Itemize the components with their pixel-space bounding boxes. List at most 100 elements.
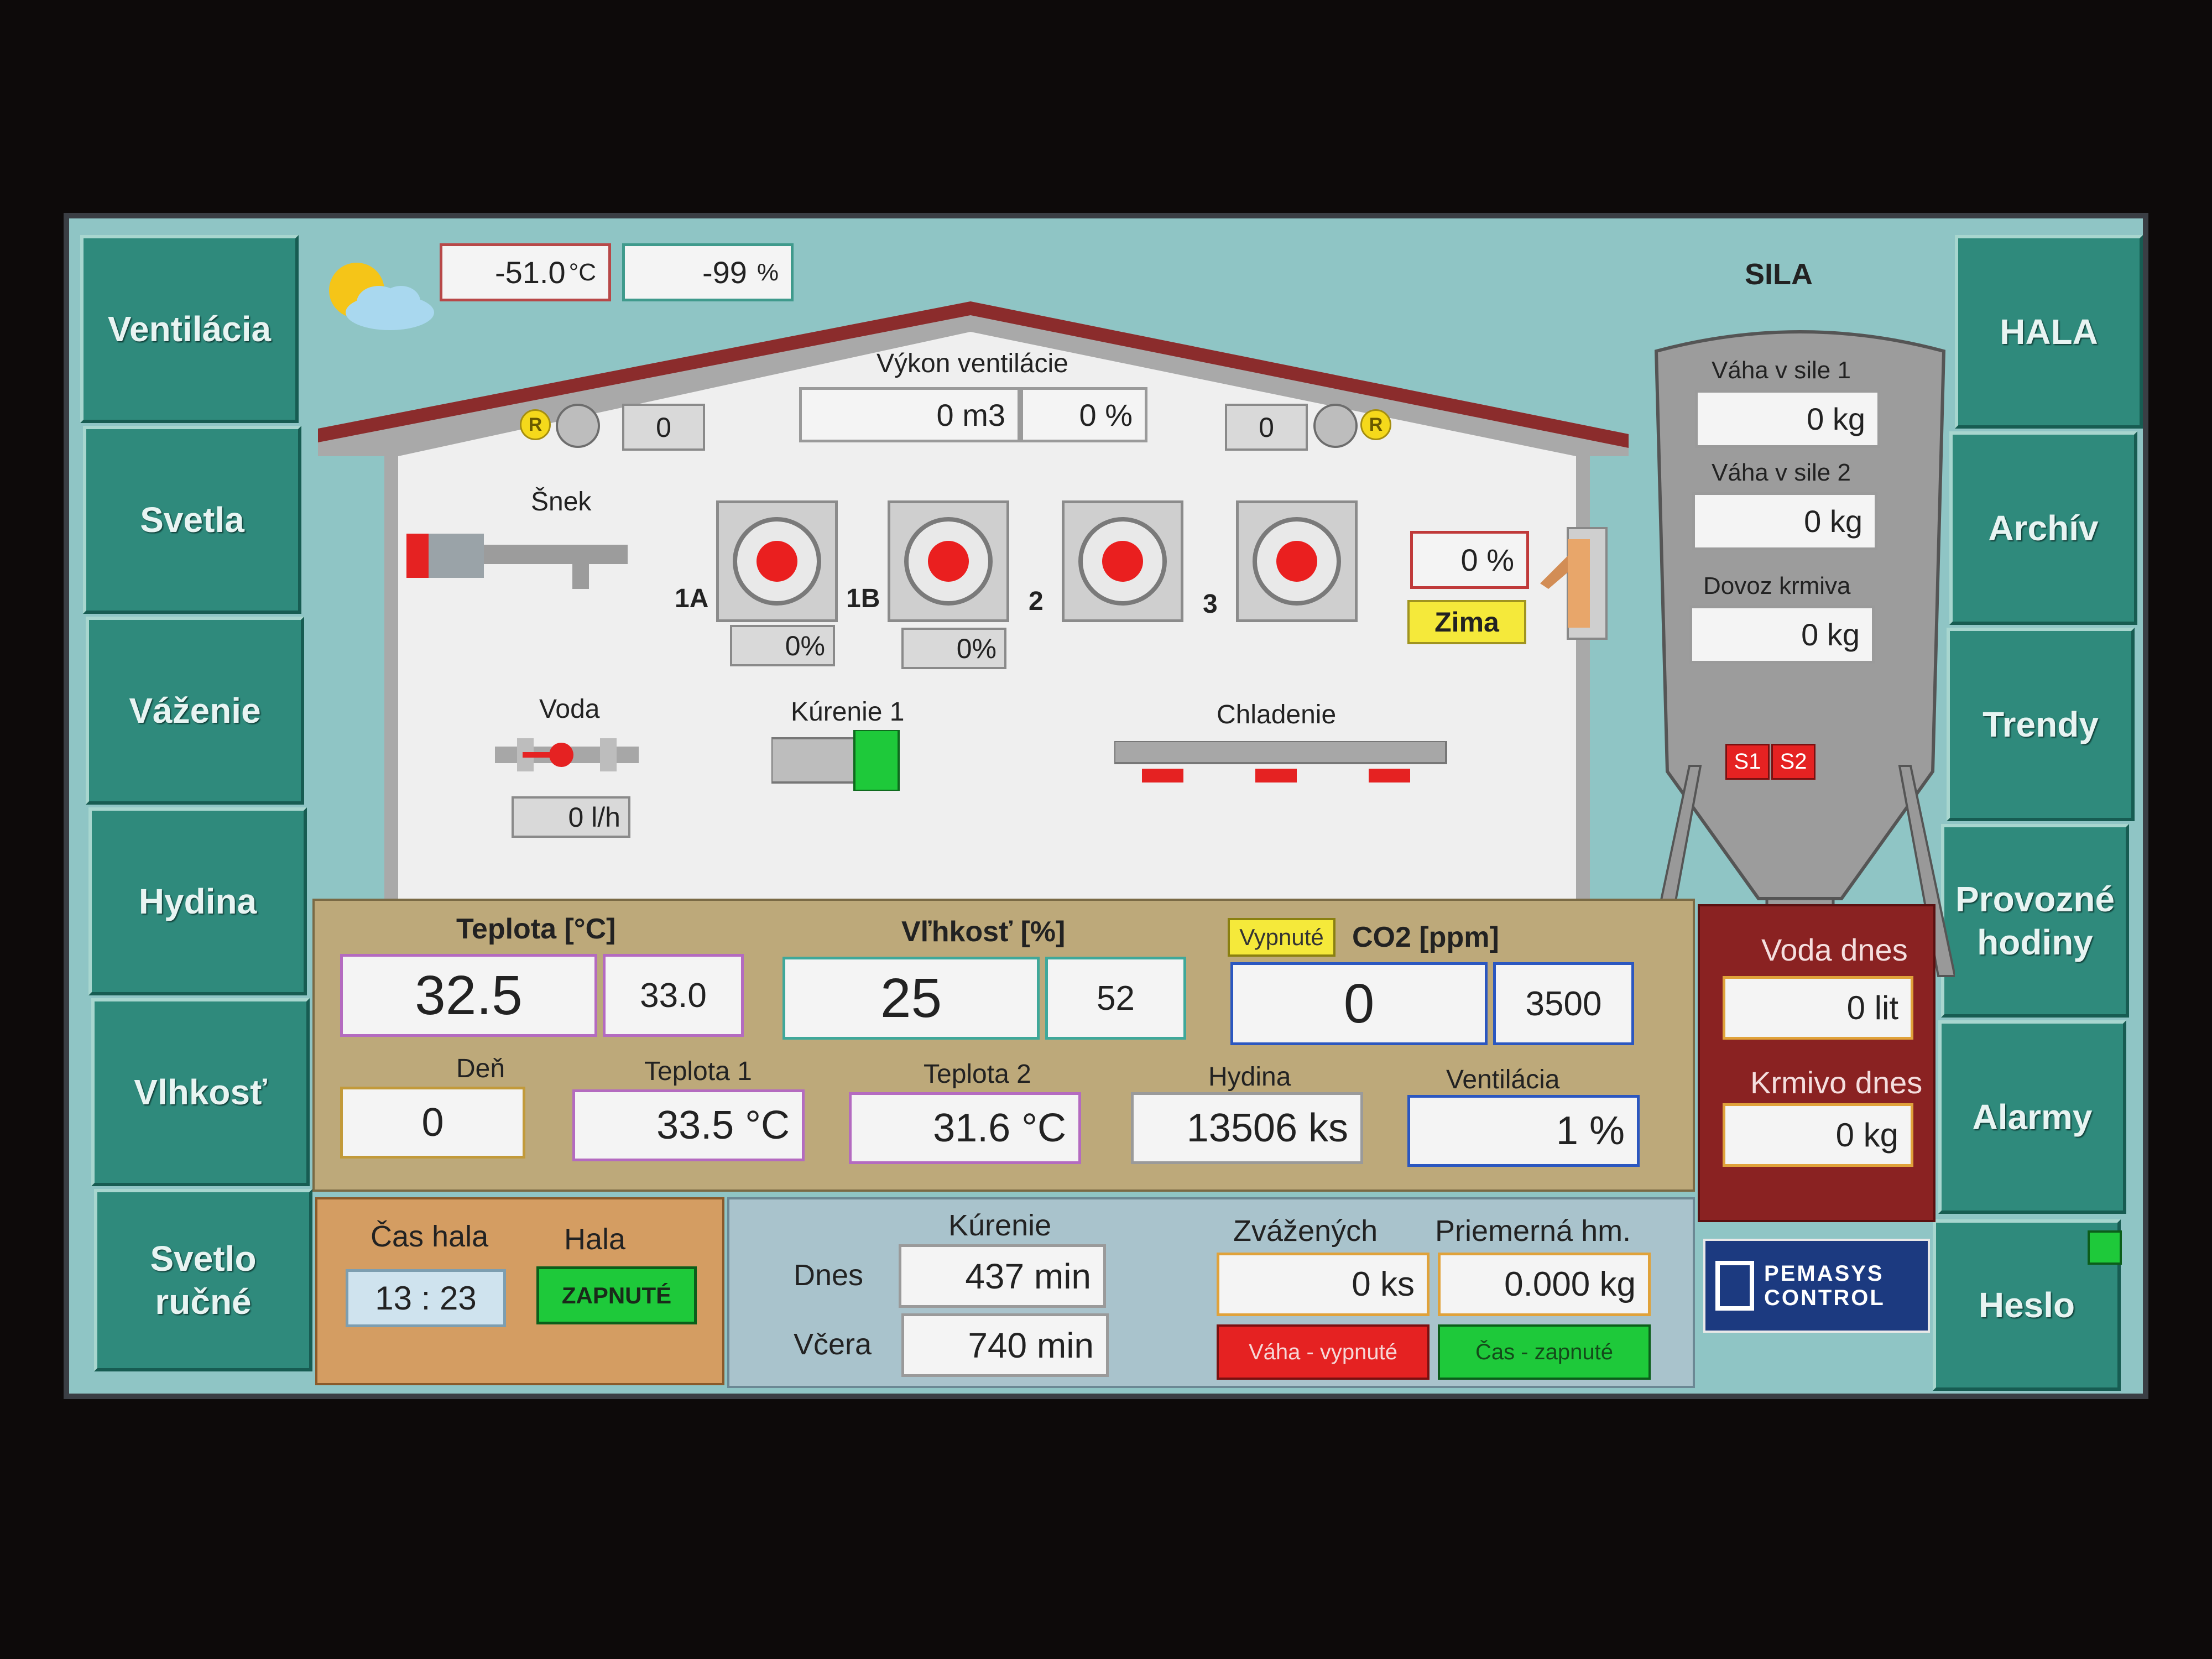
water-flow: 0 l/h [512,796,630,838]
humidity-label: Vľhkosť [%] [901,916,1066,948]
fan-1a-icon[interactable] [716,500,838,622]
average-weight-value: 0.000 kg [1438,1253,1651,1316]
hall-label: Hala [564,1223,626,1256]
fan-1b-label: 1B [846,584,880,613]
fan-2-icon[interactable] [1062,500,1183,622]
ventilation-value: 1 % [1407,1095,1640,1167]
heater-icon[interactable] [771,730,904,791]
flap-left-counter: 0 [622,404,705,451]
flap-right-counter: 0 [1225,404,1308,451]
day-label: Deň [456,1054,505,1083]
silo-feed: 0 kg [1689,606,1875,664]
fan-1a-pct: 0% [730,625,835,666]
feed-today-value: 0 kg [1723,1103,1913,1167]
cooling-pipe-icon[interactable] [1114,741,1457,794]
birds-value: 13506 ks [1131,1092,1363,1164]
logo-line1: PEMASYS [1764,1261,1884,1286]
water-today-label: Voda dnes [1761,932,1908,967]
r-badge-left: R [520,409,551,440]
fan-3-label: 3 [1203,589,1218,619]
nav-ventilacia[interactable]: Ventilácia [80,235,299,423]
nav-hala[interactable]: HALA [1955,235,2143,429]
nav-vazenie[interactable]: Váženie [86,617,304,805]
cooling-label: Chladenie [1217,700,1337,729]
silo-s1-indicator: S1 [1725,744,1770,780]
nav-svetlo-rucne[interactable]: Svetlo ručné [94,1189,312,1371]
birds-label: Hydina [1208,1062,1291,1092]
temperature-1-label: Teplota 1 [644,1057,752,1086]
inlet-flap-icon[interactable] [1540,523,1623,644]
status-led-green [2088,1230,2122,1265]
silo-weight2-label: Váha v sile 2 [1712,459,1851,486]
pemasys-logo: PEMASYS CONTROL [1703,1239,1930,1333]
r-badge-right: R [1360,409,1391,440]
heating-1-label: Kúrenie 1 [791,697,905,727]
logo-line2: CONTROL [1764,1286,1885,1310]
heating-label: Kúrenie [948,1209,1052,1242]
humidity-actual: 25 [782,957,1040,1040]
time-status-button[interactable]: Čas - zapnuté [1438,1324,1651,1380]
flap-left-indicator [556,404,600,448]
outside-temp-value: -51.0 [494,255,566,290]
hmi-screen: Ventilácia Svetla Váženie Hydina Vlhkosť… [64,213,2148,1399]
co2-status-badge: Vypnuté [1228,918,1335,957]
weighed-label: Zvážených [1233,1214,1378,1248]
temperature-2-value: 31.6 °C [849,1092,1081,1164]
hall-status-button[interactable]: ZAPNUTÉ [536,1266,697,1324]
heating-today-value: 437 min [899,1244,1106,1308]
silo-weight2: 0 kg [1692,492,1877,550]
ventilation-power-pct: 0 % [1020,387,1147,442]
fan-1b-icon[interactable] [888,500,1009,622]
silo-s2-indicator: S2 [1771,744,1815,780]
feed-today-label: Krmivo dnes [1750,1065,1923,1100]
temperature-actual: 32.5 [340,954,597,1037]
ventilation-label: Ventilácia [1446,1065,1560,1094]
temperature-setpoint: 33.0 [603,954,744,1037]
nav-provozne-hodiny[interactable]: Provozné hodiny [1941,824,2129,1018]
nav-trendy[interactable]: Trendy [1947,628,2135,821]
fan-3-icon[interactable] [1236,500,1358,622]
snek-label: Šnek [531,487,592,517]
nav-svetla[interactable]: Svetla [83,426,301,614]
temperature-label: Teplota [°C] [456,913,616,945]
outside-hum-unit: % [757,258,779,286]
outside-hum-value: -99 [702,255,747,290]
ventilation-power-label: Výkon ventilácie [877,349,1068,378]
water-label: Voda [539,695,600,724]
humidity-setpoint: 52 [1045,957,1186,1040]
day-value: 0 [340,1087,525,1159]
temperature-2-label: Teplota 2 [924,1060,1031,1089]
silo-feed-label: Dovoz krmiva [1703,572,1851,599]
ventilation-flow: 0 m3 [799,387,1020,442]
nav-hydina[interactable]: Hydina [88,807,307,995]
water-today-value: 0 lit [1723,976,1913,1040]
heating-yesterday-label: Včera [794,1328,872,1361]
inlet-pct: 0 % [1410,531,1529,589]
silo-weight1: 0 kg [1695,390,1880,448]
pemasys-logo-mark-icon [1715,1261,1754,1311]
nav-archiv[interactable]: Archív [1949,431,2137,625]
mode-badge: Zima [1407,600,1526,644]
weighed-value: 0 ks [1217,1253,1430,1316]
outside-temp-unit: °C [568,258,596,286]
nav-vlhkost[interactable]: Vlhkosť [91,998,310,1186]
silo-title: SILA [1745,258,1813,291]
temperature-1-value: 33.5 °C [572,1089,805,1161]
flap-right-indicator [1313,404,1358,448]
nav-alarmy[interactable]: Alarmy [1938,1020,2126,1214]
fan-2-label: 2 [1029,587,1044,616]
silo-weight1-label: Váha v sile 1 [1712,357,1851,384]
average-weight-label: Priemerná hm. [1435,1214,1631,1248]
co2-actual: 0 [1230,962,1488,1045]
heating-today-label: Dnes [794,1259,864,1292]
co2-label: CO2 [ppm] [1352,921,1499,953]
heating-yesterday-value: 740 min [901,1313,1109,1377]
hall-time-value: 13 : 23 [346,1269,506,1327]
fan-1b-pct: 0% [901,628,1006,669]
co2-setpoint: 3500 [1493,962,1634,1045]
scale-status-button[interactable]: Váha - vypnuté [1217,1324,1430,1380]
water-valve-icon[interactable] [495,730,639,780]
auger-icon[interactable] [406,517,650,594]
fan-1a-label: 1A [675,584,709,613]
hall-time-label: Čas hala [371,1220,489,1253]
